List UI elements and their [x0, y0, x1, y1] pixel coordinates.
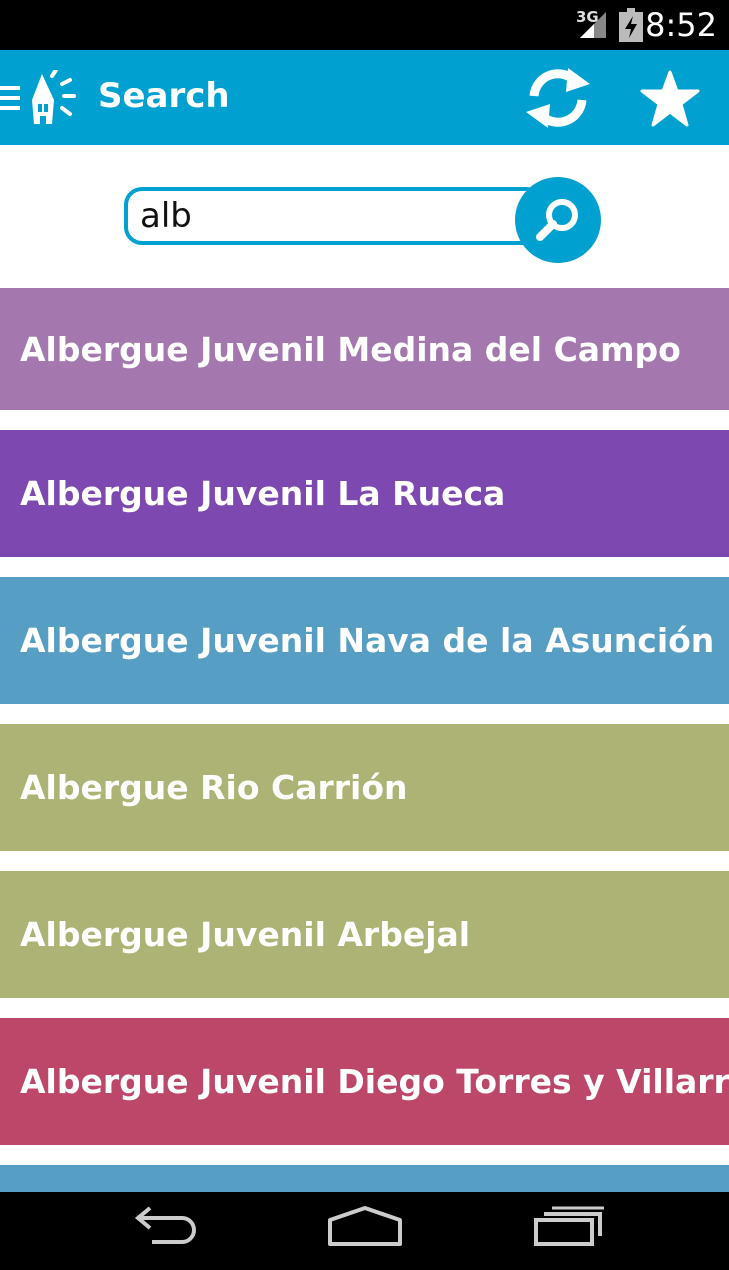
home-icon[interactable] [326, 1206, 404, 1246]
battery-icon [619, 8, 643, 42]
back-icon[interactable] [126, 1206, 198, 1246]
menu-icon[interactable] [0, 86, 20, 110]
list-item-label: Albergue Juvenil Arbejal [20, 915, 471, 954]
list-item[interactable]: Albergue Juvenil Arbejal [0, 871, 729, 998]
sync-icon[interactable] [524, 64, 592, 132]
list-item-label: Albergue Rio Carrión [20, 768, 408, 807]
hostel-logo-icon[interactable] [28, 70, 86, 126]
list-item-label: Albergue Juvenil Diego Torres y Villarro… [20, 1062, 729, 1101]
list-item[interactable]: Albergue Juvenil La Rueca [0, 430, 729, 557]
navigation-bar [0, 1192, 729, 1270]
results-list: Albergue Juvenil Medina del Campo Alberg… [0, 288, 729, 1225]
search-area [0, 145, 729, 288]
list-item[interactable]: Albergue Juvenil Diego Torres y Villarro… [0, 1018, 729, 1145]
signal-icon [580, 12, 606, 38]
action-bar: Search [0, 50, 729, 145]
list-item[interactable]: Albergue Juvenil Nava de la Asunción [0, 577, 729, 704]
list-item[interactable]: Albergue Rio Carrión [0, 724, 729, 851]
status-bar: 3G 8:52 [0, 0, 729, 50]
clock: 8:52 [645, 6, 717, 44]
page-title: Search [98, 76, 230, 116]
recent-apps-icon[interactable] [532, 1206, 606, 1246]
list-item-label: Albergue Juvenil Medina del Campo [20, 329, 681, 369]
search-input[interactable] [124, 187, 544, 245]
list-item-label: Albergue Juvenil Nava de la Asunción [20, 621, 715, 660]
list-item[interactable]: Albergue Juvenil Medina del Campo [0, 288, 729, 410]
list-item-label: Albergue Juvenil La Rueca [20, 474, 506, 513]
search-button[interactable] [515, 177, 601, 263]
star-icon[interactable] [640, 70, 700, 128]
search-icon [536, 199, 578, 241]
